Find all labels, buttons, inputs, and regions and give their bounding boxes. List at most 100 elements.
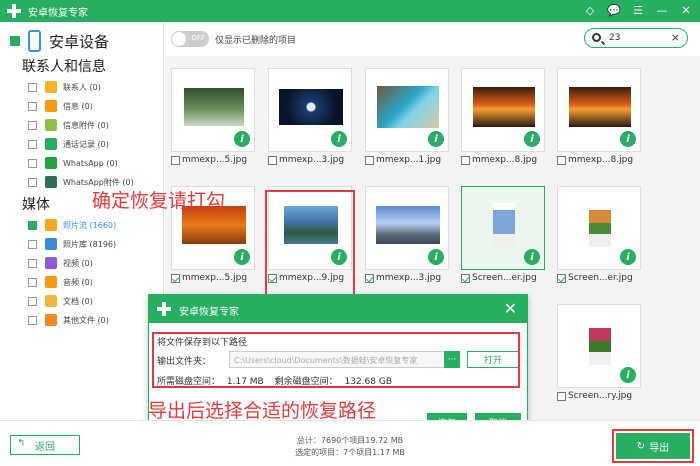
file-checkbox[interactable]: [268, 155, 277, 165]
info-icon[interactable]: i: [524, 249, 540, 265]
title-bar: 安卓恢复专家 ◇ 💬 ☰ — ✕: [0, 0, 700, 22]
file-checkbox[interactable]: [171, 155, 180, 165]
media-item[interactable]: 照片流 (1660): [28, 218, 116, 232]
file-thumbnail[interactable]: i: [557, 186, 641, 270]
file-card[interactable]: i Screen...er.jpg: [461, 186, 545, 284]
file-caption: mmexp...5.jpg: [171, 272, 255, 284]
file-card[interactable]: i Screen...ry.jpg: [557, 304, 641, 402]
contacts-item-checkbox[interactable]: [28, 177, 37, 187]
media-item-checkbox[interactable]: [28, 258, 37, 268]
photo-stream-icon: [45, 219, 57, 231]
file-thumbnail[interactable]: i: [557, 304, 641, 388]
media-item-label: 照片库 (8196): [63, 239, 117, 249]
file-thumbnail[interactable]: i: [461, 186, 545, 270]
info-icon[interactable]: i: [620, 249, 636, 265]
file-thumbnail[interactable]: i: [557, 68, 641, 152]
highlight-path-section: [152, 332, 520, 388]
contacts-item[interactable]: 通话记录 (0): [28, 137, 109, 151]
file-card[interactable]: i mmexp...3.jpg: [365, 186, 449, 284]
contacts-item[interactable]: 信息 (0): [28, 99, 93, 113]
bottom-bar: ↰ 返回 总计：7690个项目19.72 MB 选定的项目：7个项目1.17 M…: [0, 420, 700, 466]
message-icon: [45, 100, 57, 112]
media-item-checkbox[interactable]: [28, 277, 37, 287]
media-item-label: 文档 (0): [63, 296, 93, 306]
file-checkbox[interactable]: [461, 155, 470, 165]
info-icon[interactable]: i: [620, 131, 636, 147]
media-item-checkbox[interactable]: [28, 296, 37, 306]
file-card[interactable]: i mmexp...8.jpg: [461, 68, 545, 166]
selection-stats: 总计：7690个项目19.72 MB 选定的项目：7个项目1.17 MB: [240, 435, 460, 459]
vip-diamond-icon[interactable]: ◇: [582, 2, 598, 18]
file-checkbox[interactable]: [557, 273, 566, 283]
menu-icon[interactable]: ☰: [630, 2, 646, 18]
file-checkbox[interactable]: [557, 155, 566, 165]
info-icon[interactable]: i: [331, 131, 347, 147]
file-thumbnail[interactable]: i: [365, 68, 449, 152]
contacts-item[interactable]: 联系人 (0): [28, 80, 101, 94]
back-button[interactable]: ↰ 返回: [10, 435, 80, 455]
close-icon[interactable]: ✕: [678, 2, 694, 18]
file-checkbox[interactable]: [461, 273, 470, 283]
call-log-icon: [45, 138, 57, 150]
media-item-checkbox[interactable]: [28, 239, 37, 249]
window-title: 安卓恢复专家: [28, 7, 88, 19]
file-checkbox[interactable]: [365, 155, 374, 165]
contacts-item[interactable]: 信息附件 (0): [28, 118, 109, 132]
info-icon[interactable]: i: [620, 367, 636, 383]
file-card[interactable]: i Screen...er.jpg: [557, 186, 641, 284]
info-icon[interactable]: i: [428, 131, 444, 147]
file-thumbnail[interactable]: i: [268, 68, 352, 152]
contacts-item-label: 信息 (0): [63, 101, 93, 111]
show-deleted-toggle[interactable]: OFF: [171, 31, 209, 47]
file-card[interactable]: i mmexp...1.jpg: [365, 68, 449, 166]
contacts-item-checkbox[interactable]: [28, 120, 37, 130]
file-name: mmexp...5.jpg: [182, 273, 248, 283]
media-item-checkbox[interactable]: [28, 315, 37, 325]
media-item[interactable]: 照片库 (8196): [28, 237, 116, 251]
dialog-close-icon[interactable]: ✕: [504, 299, 517, 318]
contacts-item-checkbox[interactable]: [28, 139, 37, 149]
section-contacts: 联系人和信息: [22, 59, 106, 75]
contacts-item-checkbox[interactable]: [28, 101, 37, 111]
device-checkbox[interactable]: [10, 36, 20, 46]
media-item-checkbox[interactable]: [28, 220, 37, 230]
minimize-icon[interactable]: —: [654, 2, 670, 18]
media-item[interactable]: 文档 (0): [28, 294, 93, 308]
thumbnail-image: [184, 88, 244, 126]
file-caption: mmexp...1.jpg: [365, 154, 449, 166]
contacts-item[interactable]: WhatsApp (0): [28, 156, 118, 170]
contacts-item-label: 信息附件 (0): [63, 120, 109, 130]
file-thumbnail[interactable]: i: [365, 186, 449, 270]
contacts-item-checkbox[interactable]: [28, 158, 37, 168]
highlight-export-button: [612, 429, 694, 463]
info-icon[interactable]: i: [428, 249, 444, 265]
file-checkbox[interactable]: [365, 273, 374, 283]
chat-icon[interactable]: 💬: [606, 2, 622, 18]
dialog-title-bar: 安卓恢复专家 ✕: [149, 295, 527, 323]
file-name: mmexp...5.jpg: [182, 155, 248, 165]
search-input[interactable]: 23 ×: [584, 28, 688, 48]
contacts-item-checkbox[interactable]: [28, 82, 37, 92]
file-card[interactable]: i mmexp...8.jpg: [557, 68, 641, 166]
file-thumbnail[interactable]: i: [171, 68, 255, 152]
file-card[interactable]: i mmexp...3.jpg: [268, 68, 352, 166]
info-icon[interactable]: i: [234, 131, 250, 147]
file-caption: Screen...ry.jpg: [557, 390, 641, 402]
info-icon[interactable]: i: [524, 131, 540, 147]
file-name: mmexp...1.jpg: [376, 155, 442, 165]
attachment-icon: [45, 119, 57, 131]
media-item[interactable]: 其他文件 (0): [28, 313, 109, 327]
media-item[interactable]: 视频 (0): [28, 256, 93, 270]
file-card[interactable]: i mmexp...5.jpg: [171, 68, 255, 166]
show-deleted-label: 仅显示已删除的项目: [215, 36, 297, 46]
file-checkbox[interactable]: [557, 391, 566, 401]
info-icon[interactable]: i: [234, 249, 250, 265]
thumbnail-image: [589, 321, 611, 365]
file-checkbox[interactable]: [171, 273, 180, 283]
document-icon: [45, 295, 57, 307]
clear-search-icon[interactable]: ×: [671, 31, 680, 44]
file-thumbnail[interactable]: i: [461, 68, 545, 152]
media-item-label: 音频 (0): [63, 277, 93, 287]
device-row[interactable]: 安卓设备: [10, 30, 109, 52]
media-item[interactable]: 音频 (0): [28, 275, 93, 289]
